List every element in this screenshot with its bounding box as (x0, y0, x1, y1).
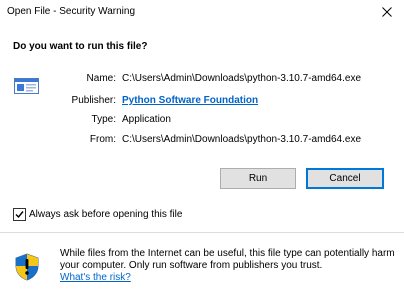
type-row: Type: Application (0, 114, 404, 128)
close-button[interactable] (370, 0, 404, 24)
always-ask-option[interactable]: Always ask before opening this file (13, 207, 182, 221)
from-row: From: C:\Users\Admin\Downloads\python-3.… (0, 134, 404, 148)
whats-the-risk-link[interactable]: What's the risk? (60, 272, 131, 283)
window-title: Open File - Security Warning (7, 6, 136, 17)
file-name-row: Name: C:\Users\Admin\Downloads\python-3.… (0, 73, 404, 87)
from-label: From: (89, 134, 116, 145)
run-button[interactable]: Run (220, 168, 296, 189)
name-label: Name: (86, 73, 116, 84)
checkmark-icon (15, 210, 24, 218)
type-value: Application (122, 114, 171, 125)
publisher-label: Publisher: (71, 95, 116, 106)
name-value: C:\Users\Admin\Downloads\python-3.10.7-a… (122, 73, 362, 84)
run-question-heading: Do you want to run this file? (13, 41, 148, 52)
cancel-button[interactable]: Cancel (306, 168, 384, 189)
title-bar: Open File - Security Warning (0, 0, 404, 24)
type-label: Type: (91, 114, 116, 125)
security-shield-icon (15, 253, 39, 281)
close-icon (382, 7, 392, 17)
always-ask-label: Always ask before opening this file (29, 208, 183, 220)
always-ask-checkbox[interactable] (13, 207, 26, 221)
warning-text: While files from the Internet can be use… (60, 248, 395, 271)
publisher-link[interactable]: Python Software Foundation (122, 95, 258, 106)
security-warning-dialog: Open File - Security Warning Do you want… (0, 0, 404, 296)
warning-message: While files from the Internet can be use… (60, 248, 396, 284)
divider (0, 232, 404, 233)
from-value: C:\Users\Admin\Downloads\python-3.10.7-a… (122, 134, 362, 145)
publisher-row: Publisher: Python Software Foundation (0, 95, 404, 109)
